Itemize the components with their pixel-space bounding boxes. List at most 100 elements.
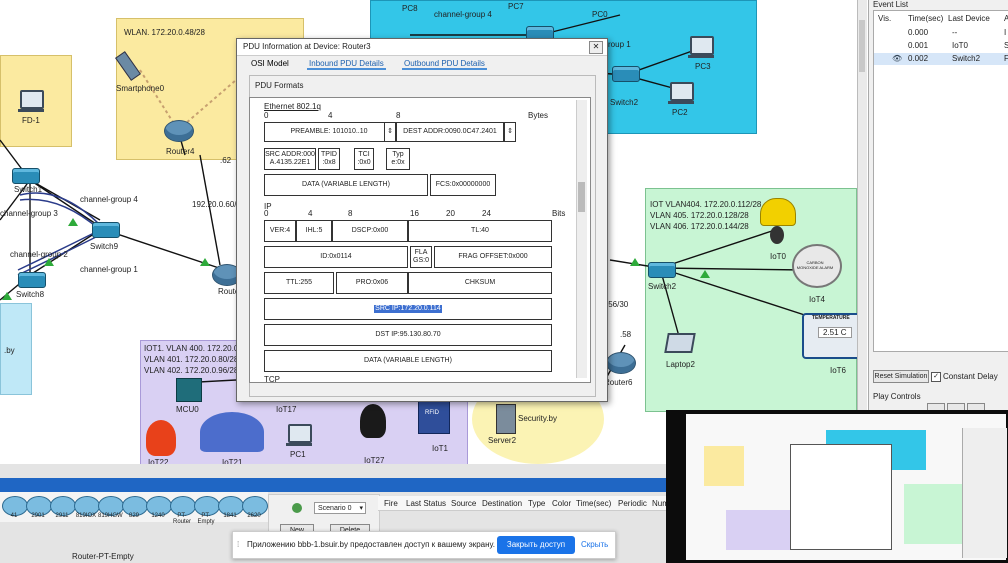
screen-share-notification: ⁞ Приложению bbb-1.bsuir.by предоставлен… — [232, 531, 616, 559]
device-label: 1841 — [223, 513, 237, 519]
pc1-label: PC1 — [290, 450, 306, 459]
pdu-scrollbar[interactable] — [576, 100, 587, 378]
eth-ruler-bytes: Bytes — [528, 111, 549, 120]
iot27-camera-icon[interactable] — [360, 404, 386, 438]
switch9-icon[interactable] — [92, 222, 120, 238]
sprinkler-icon[interactable] — [200, 412, 264, 452]
switch8-label: Switch8 — [16, 290, 45, 299]
iot0-base-icon — [770, 226, 784, 244]
event-last-device: -- — [952, 28, 958, 37]
iot0-lamp-icon[interactable] — [760, 198, 796, 226]
ip-ruler-16: 16 — [410, 209, 419, 218]
router4-icon[interactable] — [164, 120, 194, 142]
constant-delay-checkbox[interactable]: ✓ — [931, 372, 941, 382]
pdu-dialog[interactable]: PDU Information at Device: Router3 ✕ OSI… — [236, 38, 608, 402]
hide-button[interactable]: Скрыть — [581, 540, 608, 549]
pc3-label: PC3 — [695, 62, 711, 71]
close-icon[interactable]: ✕ — [589, 41, 603, 54]
device-label: 41 — [10, 513, 18, 519]
stop-sharing-button[interactable]: Закрыть доступ — [497, 536, 575, 554]
drag-handle-icon[interactable]: ⁞ — [237, 540, 239, 549]
event-list-table[interactable]: Vis. Time(sec) Last Device A 0.000 -- I … — [873, 10, 1008, 352]
packet-icon — [200, 258, 210, 266]
iot-zone-line-3: VLAN 406. 172.20.0.144/28 — [650, 222, 749, 231]
tab-osi-model[interactable]: OSI Model — [249, 59, 291, 68]
ip-tl: TL:40 — [408, 220, 552, 242]
eth-tci: TCI :0x0 — [354, 148, 374, 170]
ip-id: ID:0x0114 — [264, 246, 408, 268]
ip-dst: DST IP:95.130.80.70 — [264, 324, 552, 346]
dialog-tabs: OSI Model Inbound PDU Details Outbound P… — [249, 59, 501, 71]
canvas-scrollbar-thumb[interactable] — [859, 20, 865, 72]
video-thumbnail[interactable] — [666, 410, 1008, 563]
switch8-icon[interactable] — [18, 272, 46, 288]
tab-inbound-pdu[interactable]: Inbound PDU Details — [307, 59, 386, 70]
vlan-line-2: VLAN 401. 172.20.0.80/28 — [144, 355, 239, 364]
thumb-yellow-zone — [704, 446, 744, 486]
pdu-header-time: Time(sec) — [576, 499, 612, 508]
switch9-label: Switch9 — [90, 242, 119, 251]
notification-text: Приложению bbb-1.bsuir.by предоставлен д… — [247, 540, 495, 549]
pdu-header-source: Source — [451, 499, 477, 508]
device-label: PT-Router — [172, 513, 191, 525]
packet-icon — [2, 292, 12, 300]
pc8-label: PC8 — [402, 4, 418, 13]
pdu-header-type: Type — [528, 499, 546, 508]
ip-src-selected[interactable]: SRC IP:172.20.0.114 — [374, 305, 442, 313]
switch1-icon[interactable] — [12, 168, 40, 184]
smartphone-label: Smartphone0 — [116, 84, 165, 93]
router6-icon[interactable] — [606, 352, 636, 374]
scenario-select[interactable]: Scenario 0 ▾ — [314, 502, 366, 514]
event-a: F — [1004, 54, 1008, 63]
temp-value: 2.51 C — [818, 327, 852, 338]
eth-dest-spinner[interactable]: ⇕ — [504, 122, 516, 142]
event-row[interactable]: 0.001 IoT0 S — [874, 40, 1008, 52]
switch2-top-icon[interactable] — [612, 66, 640, 82]
co-alarm-text: CARBON MONOXIDE ALARM — [796, 260, 834, 270]
rfid-icon[interactable] — [418, 400, 450, 434]
pc3-icon[interactable] — [688, 36, 714, 58]
mcu0-icon[interactable] — [176, 378, 202, 402]
pdu-formats-area[interactable]: Ethernet 802.1q 0 4 8 Bytes PREAMBLE: 10… — [249, 97, 591, 383]
ip-dscp: DSCP:0x00 — [332, 220, 408, 242]
event-last-device: Switch2 — [952, 54, 981, 63]
ip-56-label: .56/30 — [606, 300, 629, 309]
pc2-icon[interactable] — [668, 82, 694, 104]
cg2-label: channel-group 2 — [10, 250, 68, 259]
play-controls-label: Play Controls — [873, 392, 921, 401]
pc7-label: PC7 — [508, 2, 524, 11]
eth-dest: DEST ADDR:0090.0C47.2401 — [396, 122, 504, 142]
vlan-line-3: VLAN 402. 172.20.0.96/28 — [144, 366, 239, 375]
packet-icon — [700, 270, 710, 278]
laptop2-icon[interactable] — [664, 333, 696, 353]
eth-preamble-spinner[interactable]: ⇕ — [384, 122, 396, 142]
thumbnail-screen — [686, 414, 1007, 560]
net-192-label: 192.20.0.60/3 — [192, 200, 241, 209]
event-time: 0.001 — [908, 41, 929, 50]
ip-ruler-4: 4 — [308, 209, 313, 218]
switch2-top-label: Switch2 — [610, 98, 639, 107]
pdu-formats-label: PDU Formats — [255, 81, 304, 90]
eth-src: SRC ADDR:000 A.4135.22E1 — [264, 148, 316, 170]
switch2-label: Switch2 — [648, 282, 677, 291]
server2-icon[interactable] — [496, 404, 516, 434]
event-header-time: Time(sec) — [908, 14, 944, 23]
pc1-icon[interactable] — [286, 424, 312, 446]
device-label: 829 — [128, 513, 139, 519]
fire-icon[interactable] — [146, 420, 176, 456]
pdu-header-fire: Fire — [384, 499, 398, 508]
pdu-scrollbar-thumb[interactable] — [578, 182, 585, 212]
canvas-scrollbar[interactable] — [857, 0, 867, 412]
cg3-label: channel-group 3 — [0, 209, 58, 218]
pdu-header-destination: Destination — [482, 499, 523, 508]
ip-ruler-0: 0 — [264, 209, 269, 218]
event-row[interactable]: 0.000 -- I — [874, 27, 1008, 39]
reset-simulation-button[interactable]: Reset Simulation — [873, 370, 929, 383]
event-row[interactable]: 👁 0.002 Switch2 F — [874, 53, 1008, 65]
ip-ihl: IHL:5 — [296, 220, 332, 242]
fd1-pc-icon[interactable] — [18, 90, 44, 112]
device-category-bar[interactable] — [0, 478, 668, 492]
switch2-icon[interactable] — [648, 262, 676, 278]
ip-ruler-8: 8 — [348, 209, 353, 218]
tab-outbound-pdu[interactable]: Outbound PDU Details — [401, 59, 487, 70]
